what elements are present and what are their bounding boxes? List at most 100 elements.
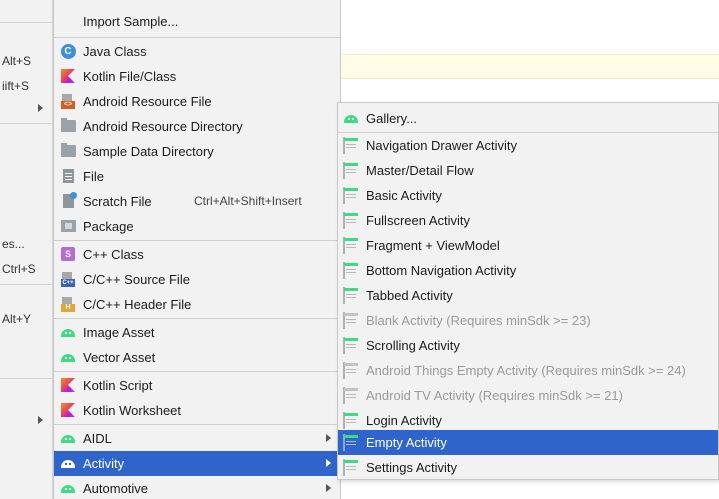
menu-item-android-resource-file[interactable]: <> Android Resource File xyxy=(54,89,341,114)
activity-template-icon xyxy=(343,262,359,279)
package-icon xyxy=(60,218,76,234)
menu-separator xyxy=(0,22,53,23)
menu-item-aidl[interactable]: AIDL xyxy=(54,426,341,451)
resource-file-icon: <> xyxy=(60,93,76,109)
menu-separator xyxy=(54,37,341,38)
menu-separator xyxy=(0,378,53,379)
android-icon xyxy=(343,113,359,127)
menu-item-label: Activity xyxy=(83,456,125,471)
activity-template-icon xyxy=(343,187,359,204)
activity-item-label: Empty Activity xyxy=(366,435,447,450)
menu-item-label: Android Resource File xyxy=(83,94,212,109)
activity-item-label: Settings Activity xyxy=(366,460,458,475)
menu-item-scratch-file[interactable]: Scratch File Ctrl+Alt+Shift+Insert xyxy=(54,189,341,214)
menu-item-activity[interactable]: Activity xyxy=(54,451,341,476)
activity-template-icon xyxy=(343,137,359,154)
android-icon xyxy=(60,324,76,340)
menu-item-label: File xyxy=(83,169,104,184)
file-icon xyxy=(60,168,76,184)
menu-item-label: Package xyxy=(83,219,134,234)
menu-item-label: Java Class xyxy=(83,44,147,59)
menu-item-android-resource-directory[interactable]: Android Resource Directory xyxy=(54,114,341,139)
activity-item-label: Android TV Activity (Requires minSdk >= … xyxy=(366,388,623,403)
menu-item-label: Android Resource Directory xyxy=(83,119,243,134)
menu-item-kotlin-script[interactable]: Kotlin Script xyxy=(54,373,341,398)
parent-shortcut-3[interactable]: Ctrl+S xyxy=(0,257,53,281)
parent-item-partial[interactable]: es... xyxy=(0,232,53,256)
activity-submenu: Gallery... Navigation Drawer Activity Ma… xyxy=(337,102,719,480)
parent-shortcut-4[interactable]: Alt+Y xyxy=(0,307,53,331)
activity-item-label: Master/Detail Flow xyxy=(366,163,474,178)
submenu-arrow-icon xyxy=(38,416,43,424)
menu-item-label: Kotlin File/Class xyxy=(83,69,177,84)
menu-item-label: C/C++ Source File xyxy=(83,272,190,287)
menu-item-import-sample[interactable]: Import Sample... xyxy=(54,9,341,34)
menu-item-java-class[interactable]: C Java Class xyxy=(54,39,341,64)
activity-item-label: Gallery... xyxy=(366,111,418,126)
menu-separator xyxy=(54,240,341,241)
menu-item-kotlin-file-class[interactable]: Kotlin File/Class xyxy=(54,64,341,89)
kotlin-icon xyxy=(60,68,76,84)
activity-item-master-detail[interactable]: Master/Detail Flow xyxy=(338,158,718,183)
new-submenu: Import Sample... C Java Class Kotlin Fil… xyxy=(53,0,341,499)
activity-template-icon xyxy=(343,162,359,179)
parent-shortcut-1[interactable]: Alt+S xyxy=(0,49,53,73)
activity-item-label: Blank Activity (Requires minSdk >= 23) xyxy=(366,313,591,328)
activity-template-icon xyxy=(343,287,359,304)
menu-item-automotive[interactable]: Automotive xyxy=(54,476,341,499)
submenu-arrow-icon xyxy=(326,434,331,442)
menu-item-image-asset[interactable]: Image Asset xyxy=(54,320,341,345)
parent-context-menu: Alt+S iift+S es... Ctrl+S Alt+Y xyxy=(0,0,53,499)
menu-item-shortcut: Ctrl+Alt+Shift+Insert xyxy=(194,194,302,208)
android-icon xyxy=(60,430,76,446)
menu-item-package[interactable]: Package xyxy=(54,214,341,239)
menu-separator xyxy=(54,318,341,319)
menu-item-vector-asset[interactable]: Vector Asset xyxy=(54,345,341,370)
menu-item-label: Sample Data Directory xyxy=(83,144,214,159)
submenu-arrow-icon xyxy=(38,104,43,112)
activity-item-settings[interactable]: Settings Activity xyxy=(338,455,718,480)
activity-item-navigation-drawer[interactable]: Navigation Drawer Activity xyxy=(338,133,718,158)
activity-item-label: Fragment + ViewModel xyxy=(366,238,500,253)
menu-item-label: Vector Asset xyxy=(83,350,156,365)
cpp-source-icon: C++ xyxy=(60,271,76,287)
java-class-icon: C xyxy=(60,43,76,59)
menu-item-label: Kotlin Script xyxy=(83,378,153,393)
activity-item-fullscreen[interactable]: Fullscreen Activity xyxy=(338,208,718,233)
menu-item-cpp-header-file[interactable]: H C/C++ Header File xyxy=(54,292,341,317)
activity-item-gallery[interactable]: Gallery... xyxy=(338,106,718,131)
activity-template-icon xyxy=(343,434,359,451)
menu-item-label: C++ Class xyxy=(83,247,144,262)
activity-template-icon xyxy=(343,387,359,404)
cpp-class-icon: S xyxy=(60,246,76,262)
menu-item-cpp-source-file[interactable]: C++ C/C++ Source File xyxy=(54,267,341,292)
parent-shortcut-2[interactable]: iift+S xyxy=(0,74,53,98)
menu-item-label: Automotive xyxy=(83,481,149,496)
activity-item-label: Navigation Drawer Activity xyxy=(366,138,517,153)
activity-item-basic[interactable]: Basic Activity xyxy=(338,183,718,208)
menu-item-file[interactable]: File xyxy=(54,164,341,189)
scratch-file-icon xyxy=(60,192,77,209)
activity-item-scrolling[interactable]: Scrolling Activity xyxy=(338,333,718,358)
menu-item-kotlin-worksheet[interactable]: Kotlin Worksheet xyxy=(54,398,341,423)
activity-item-bottom-navigation[interactable]: Bottom Navigation Activity xyxy=(338,258,718,283)
activity-item-empty[interactable]: Empty Activity xyxy=(338,430,718,455)
menu-item-cpp-class[interactable]: S C++ Class xyxy=(54,242,341,267)
menu-item-label: Import Sample... xyxy=(83,14,179,29)
submenu-arrow-icon xyxy=(326,459,331,467)
folder-icon xyxy=(60,118,76,134)
activity-item-fragment-viewmodel[interactable]: Fragment + ViewModel xyxy=(338,233,718,258)
activity-item-tabbed[interactable]: Tabbed Activity xyxy=(338,283,718,308)
activity-template-icon xyxy=(343,237,359,254)
activity-item-label: Bottom Navigation Activity xyxy=(366,263,517,278)
activity-item-blank: Blank Activity (Requires minSdk >= 23) xyxy=(338,308,718,333)
activity-template-icon xyxy=(343,337,359,354)
menu-separator xyxy=(0,123,53,124)
folder-icon xyxy=(60,143,76,159)
menu-item-sample-data-directory[interactable]: Sample Data Directory xyxy=(54,139,341,164)
android-icon xyxy=(60,480,76,496)
editor-caret-line xyxy=(341,54,719,79)
kotlin-icon xyxy=(60,377,76,393)
menu-separator xyxy=(0,284,53,285)
activity-template-icon xyxy=(343,362,359,379)
